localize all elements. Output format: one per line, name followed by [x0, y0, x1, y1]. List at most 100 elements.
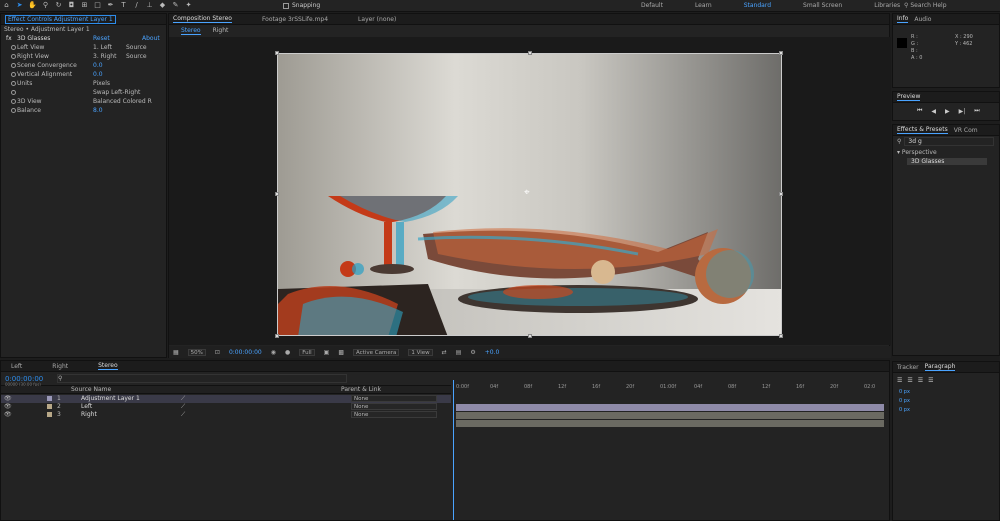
- effects-search-input[interactable]: 3d g: [904, 137, 995, 146]
- clone-tool-icon[interactable]: ⊥: [145, 1, 154, 10]
- channel-icon[interactable]: ●: [285, 349, 290, 356]
- layer-bar-right[interactable]: [456, 420, 884, 427]
- timeline-icon[interactable]: ▤: [456, 349, 462, 356]
- fx-icon[interactable]: fx: [6, 35, 12, 42]
- region-icon[interactable]: ▣: [324, 349, 330, 356]
- indent-left[interactable]: 0 px: [899, 388, 993, 397]
- table-row[interactable]: 👁 1 Adjustment Layer 1 ⟋ None: [1, 395, 451, 403]
- layer-search-input[interactable]: ⚲: [57, 374, 347, 383]
- table-row[interactable]: 👁 3 Right ⟋ None: [1, 411, 451, 419]
- frame-handle[interactable]: [275, 192, 279, 196]
- transparency-icon[interactable]: ▩: [338, 349, 344, 356]
- tab-paragraph[interactable]: Paragraph: [924, 363, 956, 371]
- playhead[interactable]: [453, 380, 459, 520]
- prev-frame-icon[interactable]: ◀: [931, 108, 936, 115]
- parent-dropdown[interactable]: None: [351, 411, 437, 418]
- current-timecode[interactable]: 0:00:00:00: [229, 349, 262, 356]
- resolution-dropdown[interactable]: Full: [299, 348, 315, 356]
- switches-icon[interactable]: ⟋: [181, 411, 185, 419]
- property-value[interactable]: 3. Right: [93, 53, 116, 60]
- effect-3d-glasses[interactable]: 3D Glasses: [907, 158, 987, 165]
- tab-composition[interactable]: Composition Stereo: [173, 15, 232, 23]
- exposure-value[interactable]: +0.0: [485, 349, 500, 356]
- tab-right[interactable]: Right: [52, 363, 68, 370]
- home-icon[interactable]: ⌂: [2, 1, 11, 10]
- frame-handle[interactable]: [275, 334, 279, 338]
- flowchart-icon[interactable]: ⚙: [470, 349, 475, 356]
- stopwatch-icon[interactable]: [11, 90, 16, 95]
- layer-bar-adjustment[interactable]: [456, 404, 884, 411]
- workspace-learn[interactable]: Learn: [695, 2, 712, 9]
- workspace-small-screen[interactable]: Small Screen: [803, 2, 842, 9]
- switches-icon[interactable]: ⟋: [181, 403, 185, 411]
- visibility-icon[interactable]: 👁: [4, 403, 12, 410]
- stopwatch-icon[interactable]: [11, 63, 16, 68]
- frame-handle[interactable]: [779, 334, 783, 338]
- property-value[interactable]: Pixels: [93, 80, 110, 87]
- label-color[interactable]: [47, 412, 52, 417]
- table-row[interactable]: 👁 2 Left ⟋ None: [1, 403, 451, 411]
- workspace-libraries[interactable]: Libraries: [874, 2, 900, 9]
- search-help[interactable]: ⚲ Search Help: [904, 2, 947, 9]
- pan-behind-icon[interactable]: ⊞: [80, 1, 89, 10]
- property-value[interactable]: 8.0: [93, 107, 103, 114]
- parent-dropdown[interactable]: None: [351, 395, 437, 402]
- stopwatch-icon[interactable]: [11, 81, 16, 86]
- switches-icon[interactable]: ⟋: [181, 395, 185, 403]
- layer-name[interactable]: Left: [81, 403, 92, 410]
- stopwatch-icon[interactable]: [11, 72, 16, 77]
- snapshot-icon[interactable]: ◉: [271, 349, 276, 356]
- tab-preview[interactable]: Preview: [897, 93, 921, 101]
- roto-tool-icon[interactable]: ✎: [171, 1, 180, 10]
- tab-left[interactable]: Left: [11, 363, 22, 370]
- subtab-right[interactable]: Right: [213, 27, 229, 34]
- property-value[interactable]: Balanced Colored R: [93, 98, 152, 105]
- stopwatch-icon[interactable]: [11, 99, 16, 104]
- label-color[interactable]: [47, 396, 52, 401]
- visibility-icon[interactable]: 👁: [4, 395, 12, 402]
- camera-tool-icon[interactable]: ◘: [67, 1, 76, 10]
- brush-tool-icon[interactable]: /: [132, 1, 141, 10]
- space-before[interactable]: 0 px: [899, 406, 993, 415]
- frame-handle[interactable]: [779, 51, 783, 55]
- puppet-tool-icon[interactable]: ✦: [184, 1, 193, 10]
- zoom-dropdown[interactable]: 50%: [187, 348, 206, 356]
- label-color[interactable]: [47, 404, 52, 409]
- rectangle-tool-icon[interactable]: □: [93, 1, 102, 10]
- property-value[interactable]: 0.0: [93, 62, 103, 69]
- tab-stereo[interactable]: Stereo: [98, 362, 118, 370]
- snapping-toggle[interactable]: Snapping: [283, 2, 320, 9]
- camera-dropdown[interactable]: Active Camera: [352, 348, 400, 356]
- align-right-icon[interactable]: ☰: [918, 377, 923, 384]
- col-parent[interactable]: Parent & Link: [341, 386, 381, 393]
- safe-zones-icon[interactable]: ⊡: [215, 349, 220, 356]
- frame-handle[interactable]: [779, 192, 783, 196]
- tab-layer[interactable]: Layer (none): [358, 16, 396, 23]
- pen-tool-icon[interactable]: ✒: [106, 1, 115, 10]
- align-left-icon[interactable]: ☰: [897, 377, 902, 384]
- col-source-name[interactable]: Source Name: [71, 386, 111, 393]
- align-center-icon[interactable]: ☰: [907, 377, 912, 384]
- about-link[interactable]: About: [142, 35, 160, 42]
- property-value-2[interactable]: Source: [126, 53, 147, 60]
- layer-name[interactable]: Right: [81, 411, 97, 418]
- play-icon[interactable]: ▶: [945, 108, 950, 115]
- property-value[interactable]: Swap Left-Right: [93, 89, 140, 96]
- fast-preview-icon[interactable]: ⇄: [442, 349, 447, 356]
- stopwatch-icon[interactable]: [11, 108, 16, 113]
- category-perspective[interactable]: ▾ Perspective: [893, 147, 999, 158]
- workspace-default[interactable]: Default: [641, 2, 663, 9]
- type-tool-icon[interactable]: T: [119, 1, 128, 10]
- frame-handle[interactable]: [275, 51, 279, 55]
- workspace-standard[interactable]: Standard: [744, 2, 771, 9]
- tab-info[interactable]: Info: [897, 15, 909, 23]
- property-value[interactable]: 0.0: [93, 71, 103, 78]
- time-ruler[interactable]: 0:00f 04f 08f 12f 16f 20f 01:00f 04f 08f 12f 16f 20…: [452, 372, 889, 394]
- anchor-point-icon[interactable]: ⌖: [524, 187, 530, 198]
- subtab-stereo[interactable]: Stereo: [181, 27, 201, 35]
- snapping-checkbox[interactable]: [283, 2, 289, 9]
- reset-link[interactable]: Reset: [93, 35, 110, 42]
- frame-handle[interactable]: [528, 334, 532, 338]
- last-frame-icon[interactable]: ⏭: [974, 107, 979, 115]
- tab-footage[interactable]: Footage 3rSSLife.mp4: [262, 16, 328, 23]
